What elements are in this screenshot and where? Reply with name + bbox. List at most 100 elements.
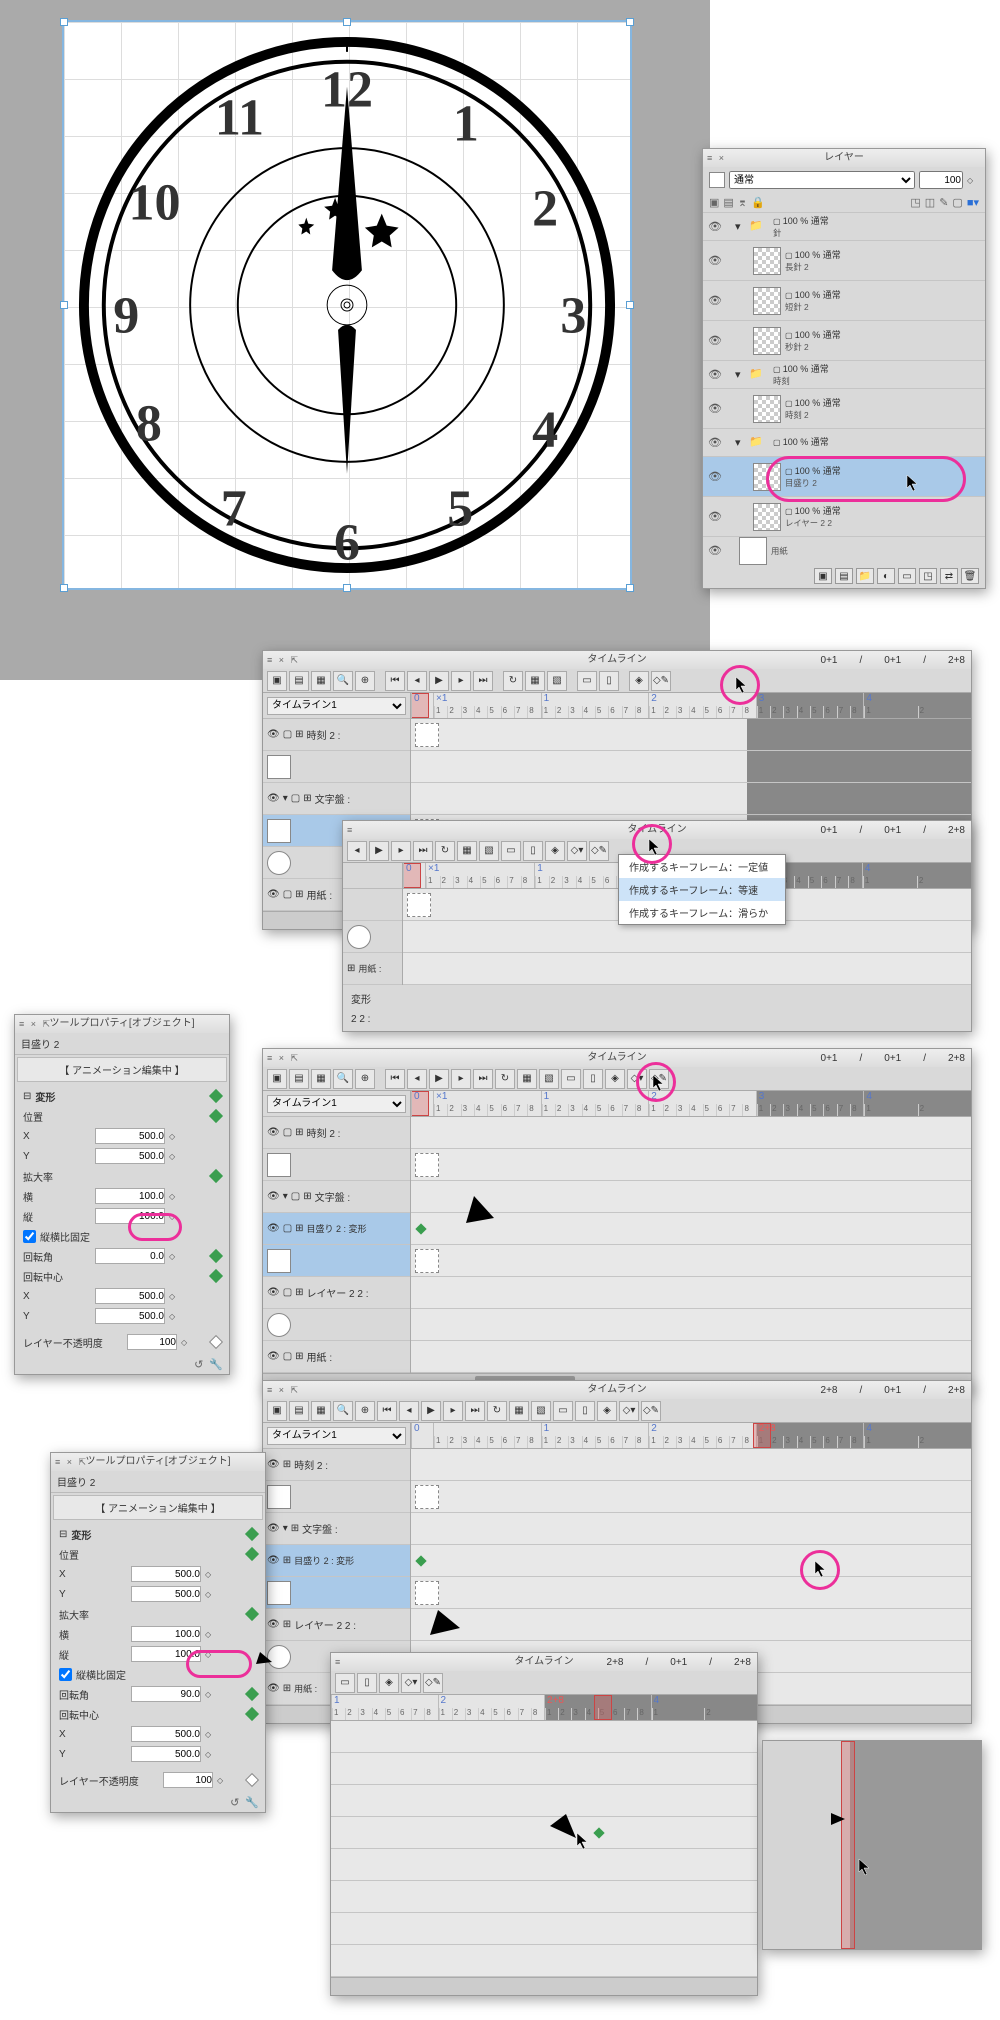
- prev-icon[interactable]: ◂: [407, 1069, 427, 1089]
- tool-icon[interactable]: ◳: [910, 196, 920, 209]
- trash-icon[interactable]: 🗑: [961, 568, 979, 584]
- cel-thumb[interactable]: [267, 819, 291, 843]
- blend-mode-select[interactable]: 通常: [729, 171, 915, 189]
- play-icon[interactable]: ▶: [421, 1401, 441, 1421]
- selection-handle[interactable]: [343, 18, 351, 26]
- tl-tool-icon[interactable]: ⊕: [355, 671, 375, 691]
- tl-icon[interactable]: ▯: [357, 1673, 377, 1693]
- eye-icon[interactable]: 👁: [707, 436, 723, 449]
- tl-icon[interactable]: ▯: [575, 1401, 595, 1421]
- eye-icon[interactable]: 👁: [707, 402, 723, 415]
- layer-row[interactable]: 👁▾📁▢ 100 % 通常時刻: [703, 360, 985, 388]
- tool-icon[interactable]: 🔒: [751, 196, 765, 209]
- tool-icon[interactable]: ▢: [952, 196, 962, 209]
- tl-tool-icon[interactable]: ▭: [577, 671, 597, 691]
- keyframe-add-icon[interactable]: ◈: [605, 1069, 625, 1089]
- layer-row[interactable]: 👁用紙: [703, 536, 985, 564]
- tl-tool-icon[interactable]: ▦: [525, 671, 545, 691]
- cel-thumb[interactable]: [267, 1249, 291, 1273]
- next-icon[interactable]: ▸: [443, 1401, 463, 1421]
- color-icon[interactable]: ■▾: [967, 196, 979, 209]
- cy-input[interactable]: [95, 1308, 165, 1324]
- track-label[interactable]: 目盛り 2 : 変形: [307, 1222, 367, 1235]
- last-frame-icon[interactable]: ⏭: [473, 671, 493, 691]
- spinner-icon[interactable]: ◇: [967, 176, 979, 185]
- tl-tool-icon[interactable]: ▧: [547, 671, 567, 691]
- opacity-input[interactable]: [919, 171, 963, 189]
- kf-icon[interactable]: ◇✎: [423, 1673, 443, 1693]
- layer-opacity-input[interactable]: [163, 1772, 213, 1788]
- cx-input[interactable]: [95, 1288, 165, 1304]
- tool-icon[interactable]: ◳: [919, 568, 937, 584]
- tool-icon[interactable]: ▤: [723, 196, 733, 209]
- eye-icon[interactable]: 👁: [267, 793, 280, 804]
- selection-handle[interactable]: [343, 584, 351, 592]
- selection-handle[interactable]: [60, 584, 68, 592]
- x-input[interactable]: [131, 1566, 201, 1582]
- x-input[interactable]: [95, 1128, 165, 1144]
- wrench-icon[interactable]: 🔧: [209, 1358, 223, 1371]
- eye-icon[interactable]: 👁: [707, 294, 723, 307]
- prev-icon[interactable]: ◂: [399, 1401, 419, 1421]
- loop-icon[interactable]: ↻: [487, 1401, 507, 1421]
- lock-aspect-checkbox[interactable]: [59, 1668, 72, 1681]
- tl-icon[interactable]: ⊕: [355, 1401, 375, 1421]
- eye-icon[interactable]: 👁: [707, 544, 723, 557]
- tl-icon[interactable]: ▭: [553, 1401, 573, 1421]
- track-label[interactable]: 時刻 2 :: [294, 1457, 328, 1472]
- track-label[interactable]: 文字盤 :: [315, 1189, 351, 1204]
- tl-icon[interactable]: ▧: [539, 1069, 559, 1089]
- diamond-icon[interactable]: [209, 1089, 223, 1103]
- loop-icon[interactable]: ↻: [495, 1069, 515, 1089]
- tool-icon[interactable]: ▣: [709, 196, 719, 209]
- tl-icon[interactable]: ▯: [583, 1069, 603, 1089]
- track-label[interactable]: 時刻 2 :: [307, 1125, 341, 1140]
- tl-icon[interactable]: ▭: [561, 1069, 581, 1089]
- next-icon[interactable]: ▸: [451, 1069, 471, 1089]
- keyframe-marker[interactable]: [593, 1827, 604, 1838]
- tl-icon[interactable]: ▦: [311, 1401, 331, 1421]
- tool-icon[interactable]: ⌆: [738, 196, 747, 209]
- keyframe-tool-icon[interactable]: ◈: [629, 671, 649, 691]
- timeline-name-select[interactable]: タイムライン1: [267, 1427, 406, 1445]
- tl-icon[interactable]: ▧: [531, 1401, 551, 1421]
- selection-handle[interactable]: [626, 584, 634, 592]
- prev-frame-icon[interactable]: ◂: [407, 671, 427, 691]
- kf-icon[interactable]: ◇✎: [641, 1401, 661, 1421]
- first-icon[interactable]: ⏮: [377, 1401, 397, 1421]
- diamond-icon[interactable]: [209, 1335, 223, 1349]
- tl-icon[interactable]: ▧: [479, 841, 499, 861]
- new-folder-icon[interactable]: 📁: [856, 568, 874, 584]
- color-swatch[interactable]: [709, 172, 725, 188]
- keyframe-type-icon[interactable]: ◇▾: [627, 1069, 647, 1089]
- kf-icon[interactable]: ◇▾: [619, 1401, 639, 1421]
- tl-icon[interactable]: ▤: [289, 1401, 309, 1421]
- tl-icon[interactable]: ▯: [523, 841, 543, 861]
- layer-row[interactable]: 👁▢ 100 % 通常時刻 2: [703, 388, 985, 428]
- tl-icon[interactable]: ▦: [457, 841, 477, 861]
- y-input[interactable]: [131, 1586, 201, 1602]
- new-layer-icon[interactable]: ▣: [814, 568, 832, 584]
- layer-row[interactable]: 👁▾📁▢ 100 % 通常: [703, 428, 985, 456]
- scale-w-input[interactable]: [95, 1188, 165, 1204]
- rotation-input[interactable]: [95, 1248, 165, 1264]
- tl-icon[interactable]: ▭: [335, 1673, 355, 1693]
- play-icon[interactable]: ▶: [429, 1069, 449, 1089]
- play-icon[interactable]: ▶: [429, 671, 449, 691]
- reset-icon[interactable]: ↺: [194, 1358, 203, 1371]
- reset-icon[interactable]: ↺: [230, 1796, 239, 1809]
- keyframe-enable-icon[interactable]: ◇✎: [651, 671, 671, 691]
- first-icon[interactable]: ⏮: [385, 1069, 405, 1089]
- transfer-icon[interactable]: ⇄: [940, 568, 958, 584]
- zoom-icon[interactable]: 🔍: [333, 1401, 353, 1421]
- zoom-icon[interactable]: 🔍: [333, 1069, 353, 1089]
- track-label[interactable]: 用紙 :: [307, 887, 333, 902]
- cel-thumb[interactable]: [347, 925, 371, 949]
- tl-icon[interactable]: ▦: [509, 1401, 529, 1421]
- next-icon[interactable]: ▸: [391, 841, 411, 861]
- timeline-ruler[interactable]: 0 ×112345678 112345678 212345678 3123456…: [411, 693, 971, 719]
- keyframe-add-icon[interactable]: ◈: [545, 841, 565, 861]
- layer-row[interactable]: 👁▢ 100 % 通常短針 2: [703, 280, 985, 320]
- track-label[interactable]: レイヤー 2 2 :: [307, 1285, 369, 1300]
- selection-handle[interactable]: [626, 18, 634, 26]
